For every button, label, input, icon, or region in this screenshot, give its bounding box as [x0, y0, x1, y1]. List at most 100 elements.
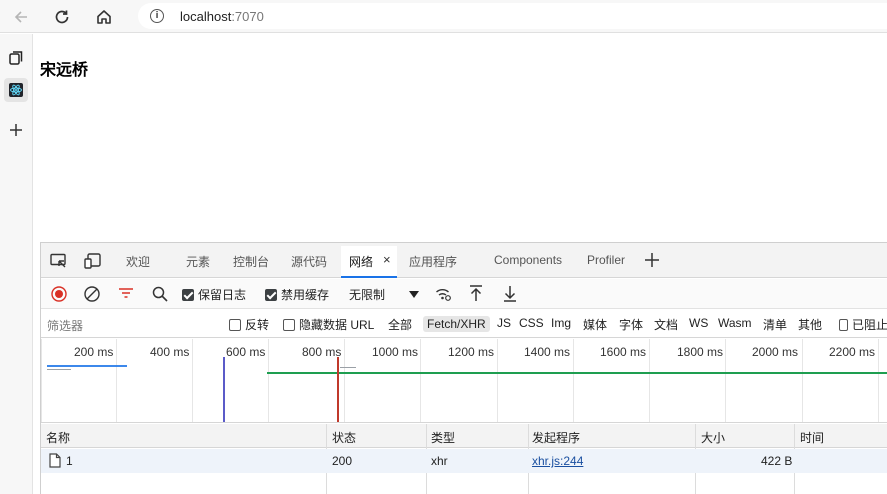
filter-type-fetch-xhr[interactable]: Fetch/XHR	[423, 316, 490, 332]
clear-button[interactable]	[84, 286, 100, 305]
filter-type-other[interactable]: 其他	[798, 316, 822, 333]
reload-icon	[55, 10, 69, 24]
invert-checkbox[interactable]: 反转	[229, 316, 269, 333]
timeline-gridline	[878, 339, 879, 422]
filter-type-ws[interactable]: WS	[689, 316, 708, 330]
filter-type-media[interactable]: 媒体	[583, 316, 607, 333]
page-content: 宋远桥	[34, 34, 887, 242]
filter-type-css[interactable]: CSS	[519, 316, 544, 330]
devtools-panel: 欢迎 元素 控制台 源代码 网络 × 应用程序 Components Profi…	[40, 242, 887, 494]
filter-type-wasm[interactable]: Wasm	[718, 316, 752, 330]
network-overview-timeline[interactable]: 200 ms 400 ms 600 ms 800 ms 1000 ms 1200…	[41, 339, 887, 423]
address-bar[interactable]: i localhost:7070	[138, 3, 887, 29]
tab-sources[interactable]: 源代码	[291, 253, 327, 270]
timeline-tick-label: 2200 ms	[829, 345, 876, 359]
device-emulation-button[interactable]	[84, 253, 102, 272]
throttling-select[interactable]: 无限制	[349, 286, 385, 303]
address-url: localhost:7070	[180, 9, 264, 24]
record-button[interactable]	[51, 286, 67, 305]
download-icon	[504, 286, 516, 302]
timeline-gridline	[497, 339, 498, 422]
column-header-time[interactable]: 时间	[800, 429, 824, 446]
reload-button[interactable]	[51, 6, 73, 28]
tab-network-close-icon[interactable]: ×	[383, 252, 391, 267]
inspect-icon	[50, 253, 66, 268]
column-header-initiator[interactable]: 发起程序	[532, 429, 580, 446]
plus-icon	[10, 124, 22, 136]
timeline-tick-label: 1600 ms	[600, 345, 647, 359]
tab-actions-button[interactable]	[4, 46, 28, 70]
filter-type-all[interactable]: 全部	[388, 316, 412, 333]
filter-input[interactable]: 筛选器	[47, 317, 83, 334]
preserve-log-check[interactable]	[182, 288, 194, 301]
disable-cache-label: 禁用缓存	[281, 288, 330, 302]
hide-data-urls-check[interactable]	[283, 318, 295, 331]
timeline-tick-label: 800 ms	[302, 345, 342, 359]
blocked-requests-check[interactable]	[839, 318, 848, 331]
filter-type-img[interactable]: Img	[551, 316, 571, 330]
table-row[interactable]: 1 200 xhr xhr.js:244 422 B	[41, 449, 887, 473]
disable-cache-checkbox[interactable]: 禁用缓存	[265, 286, 329, 303]
more-tools-button[interactable]	[644, 252, 660, 271]
column-header-type[interactable]: 类型	[431, 429, 455, 446]
tab-welcome[interactable]: 欢迎	[126, 253, 150, 270]
search-button[interactable]	[152, 286, 168, 305]
timeline-tick-label: 1400 ms	[524, 345, 571, 359]
column-header-name[interactable]: 名称	[46, 429, 70, 446]
timeline-gridline	[192, 339, 193, 422]
invert-check[interactable]	[229, 318, 241, 331]
tab-elements[interactable]: 元素	[186, 253, 210, 270]
timeline-gridline	[649, 339, 650, 422]
timeline-gridline	[725, 339, 726, 422]
filter-toggle-button[interactable]	[118, 287, 134, 304]
inspect-element-button[interactable]	[50, 253, 68, 272]
preserve-log-checkbox[interactable]: 保留日志	[182, 286, 246, 303]
filter-icon	[119, 288, 133, 298]
back-arrow-icon	[14, 11, 27, 23]
filter-type-js[interactable]: JS	[497, 316, 511, 330]
timeline-request-bar	[47, 369, 71, 370]
column-header-status[interactable]: 状态	[332, 429, 356, 446]
browser-sidebar	[0, 34, 33, 494]
site-info-icon[interactable]: i	[150, 9, 164, 23]
export-har-button[interactable]	[503, 285, 517, 305]
react-tab-button[interactable]	[4, 78, 28, 102]
filter-type-manifest[interactable]: 清单	[763, 316, 787, 333]
search-icon	[152, 286, 168, 302]
timeline-gridline	[344, 339, 345, 422]
hide-data-urls-checkbox[interactable]: 隐藏数据 URL	[283, 316, 374, 333]
column-header-size[interactable]: 大小	[701, 429, 725, 446]
request-type: xhr	[431, 454, 448, 468]
throttling-dropdown-icon[interactable]	[409, 288, 419, 302]
back-button[interactable]	[10, 6, 32, 28]
tab-profiler[interactable]: Profiler	[587, 253, 625, 267]
timeline-gridline	[116, 339, 117, 422]
request-name[interactable]: 1	[66, 454, 73, 468]
timeline-gridline	[573, 339, 574, 422]
throttling-value: 无限制	[349, 288, 386, 302]
network-conditions-button[interactable]	[435, 286, 452, 305]
plus-icon	[645, 253, 659, 267]
react-logo-icon	[9, 83, 23, 97]
timeline-tick-label: 400 ms	[150, 345, 190, 359]
filter-type-doc[interactable]: 文档	[654, 316, 678, 333]
home-button[interactable]	[93, 6, 115, 28]
table-header: 名称 状态 类型 发起程序 大小 时间	[41, 424, 887, 448]
preserve-log-label: 保留日志	[198, 288, 247, 302]
timeline-gridline	[420, 339, 421, 422]
blocked-requests-checkbox[interactable]: 已阻止	[839, 316, 887, 333]
disable-cache-check[interactable]	[265, 288, 277, 301]
filter-type-font[interactable]: 字体	[619, 316, 643, 333]
tab-network[interactable]: 网络	[349, 253, 373, 270]
tab-components[interactable]: Components	[494, 253, 562, 267]
import-har-button[interactable]	[469, 285, 483, 305]
page-heading: 宋远桥	[40, 62, 89, 79]
tab-application[interactable]: 应用程序	[409, 253, 457, 270]
request-initiator-link[interactable]: xhr.js:244	[532, 454, 583, 468]
device-icon	[84, 253, 101, 269]
load-event-marker	[337, 357, 339, 422]
new-tab-button[interactable]	[4, 118, 28, 142]
tab-console[interactable]: 控制台	[233, 253, 269, 270]
timeline-gridline	[41, 339, 42, 422]
network-toolbar: 保留日志 禁用缓存 无限制	[41, 279, 887, 309]
